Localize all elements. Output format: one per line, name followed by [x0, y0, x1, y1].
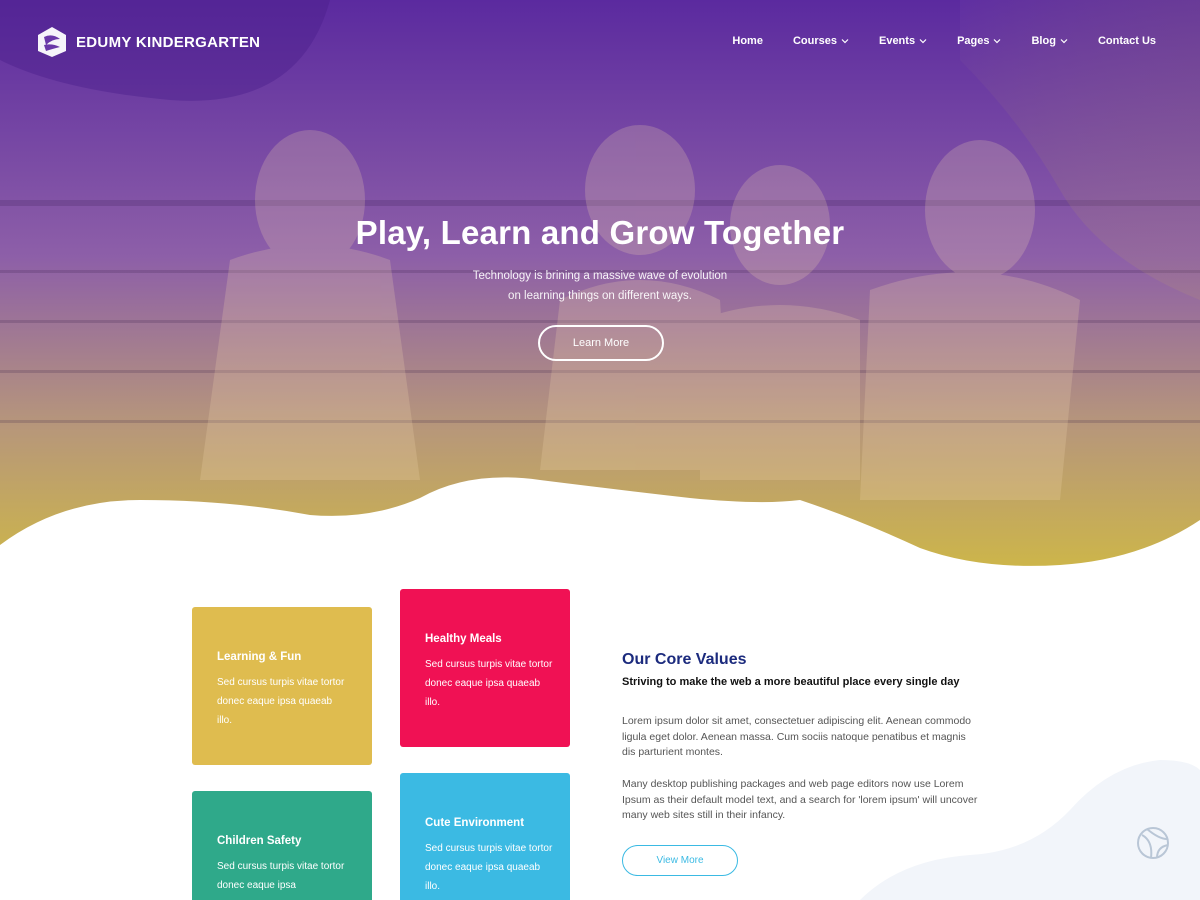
feature-card-children-safety[interactable]: Children Safety Sed cursus turpis vitae …	[192, 791, 372, 900]
feature-card-title: Healthy Meals	[425, 633, 502, 645]
brand-logo[interactable]: EDUMY KINDERGARTEN	[36, 25, 260, 59]
nav-item-label: Pages	[957, 35, 990, 47]
feature-card-text: Sed cursus turpis vitae tortor donec eaq…	[425, 659, 553, 708]
nav-item-label: Events	[878, 35, 916, 47]
hero-subtitle: Technology is brining a massive wave of …	[450, 266, 750, 306]
nav-item-pages[interactable]: Pages	[957, 35, 1001, 47]
ball-icon	[1137, 827, 1169, 859]
feature-card-learning-fun[interactable]: Learning & Fun Sed cursus turpis vitae t…	[192, 607, 372, 765]
core-values-title: Our Core Values	[622, 651, 747, 668]
feature-card-text: Sed cursus turpis vitae tortor donec eaq…	[217, 861, 345, 891]
chevron-down-icon	[919, 39, 927, 44]
feature-card-cute-environment[interactable]: Cute Environment Sed cursus turpis vitae…	[400, 773, 570, 900]
book-leaf-logo-icon	[38, 27, 66, 57]
core-values-paragraph: Lorem ipsum dolor sit amet, consectetuer…	[622, 715, 972, 758]
nav-item-contact-us[interactable]: Contact Us	[1098, 35, 1156, 47]
nav-item-home[interactable]: Home	[732, 35, 763, 47]
core-values-paragraph: Many desktop publishing packages and web…	[622, 778, 978, 821]
nav-item-label: Courses	[792, 35, 837, 47]
hero-subtitle-line: Technology is brining a massive wave of …	[472, 270, 728, 282]
nav-item-label: Blog	[1031, 35, 1056, 47]
chevron-down-icon	[1060, 39, 1068, 44]
hero-section: EDUMY KINDERGARTEN Home Courses Events P…	[0, 0, 1200, 570]
learn-more-button[interactable]: Learn More	[538, 325, 664, 361]
feature-card-title: Children Safety	[217, 835, 302, 847]
feature-card-healthy-meals[interactable]: Healthy Meals Sed cursus turpis vitae to…	[400, 589, 570, 747]
chevron-down-icon	[841, 39, 849, 44]
nav-item-label: Home	[732, 35, 763, 47]
feature-card-text: Sed cursus turpis vitae tortor donec eaq…	[425, 843, 553, 892]
feature-card-title: Learning & Fun	[217, 651, 302, 663]
core-values-subtitle: Striving to make the web a more beautifu…	[622, 676, 960, 688]
nav-item-blog[interactable]: Blog	[1031, 35, 1068, 47]
feature-card-text: Sed cursus turpis vitae tortor donec eaq…	[217, 677, 345, 726]
main-nav: Home Courses Events Pages Blog Contact U…	[702, 35, 1156, 47]
nav-item-label: Contact Us	[1097, 35, 1156, 47]
nav-item-events[interactable]: Events	[879, 35, 927, 47]
hero-subtitle-line: on learning things on different ways.	[508, 290, 692, 302]
hero-title: Play, Learn and Grow Together	[355, 214, 845, 251]
feature-card-title: Cute Environment	[425, 817, 525, 829]
nav-item-courses[interactable]: Courses	[793, 35, 849, 47]
brand-name: EDUMY KINDERGARTEN	[76, 33, 261, 51]
view-more-button[interactable]: View More	[622, 845, 738, 876]
chevron-down-icon	[994, 39, 1001, 44]
